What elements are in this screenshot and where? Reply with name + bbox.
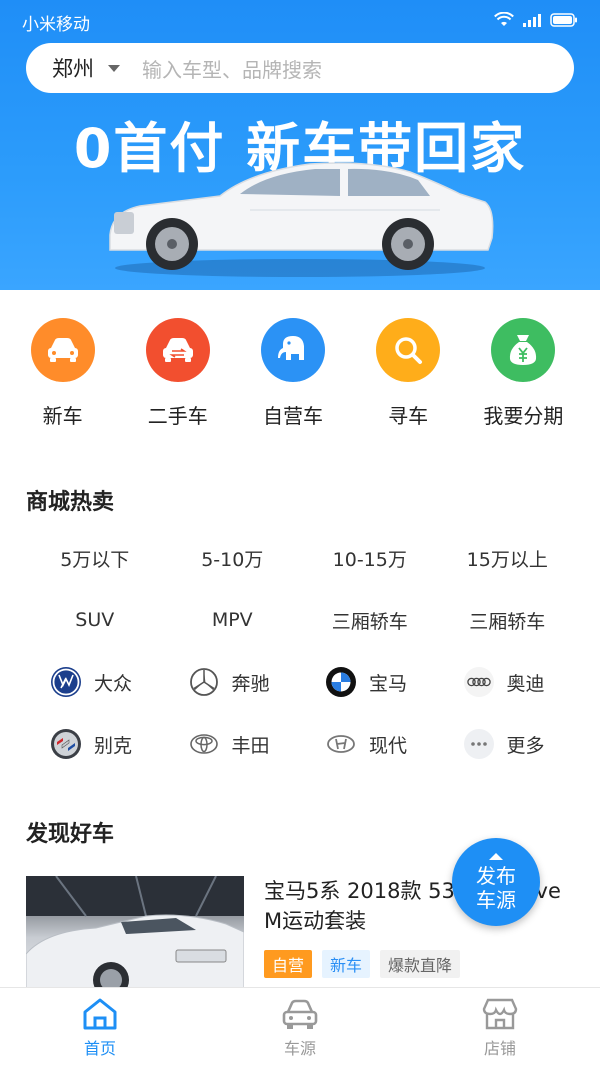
category-icon-circle xyxy=(376,318,441,382)
fab-line1: 发布 xyxy=(476,863,516,888)
bmw-logo-icon xyxy=(326,667,356,697)
brand-name: 现代 xyxy=(369,734,408,757)
search-icon xyxy=(395,337,423,364)
price-range-item[interactable]: 10-15万 xyxy=(301,527,439,589)
hot-section-title: 商城热卖 xyxy=(26,490,115,515)
signal-icon xyxy=(523,14,541,27)
brand-more[interactable]: 更多 xyxy=(439,713,577,775)
brand-name: 奔驰 xyxy=(231,672,270,695)
bmw-car-photo xyxy=(26,876,244,988)
bottom-nav: 首页 车源 店铺 xyxy=(0,987,600,1067)
category-find-car[interactable]: 寻车 xyxy=(351,318,466,438)
brand-mercedes[interactable]: 奔驰 xyxy=(164,651,302,713)
arrow-up-icon xyxy=(489,852,503,860)
brand-grid: 大众 奔驰 宝马 奥迪 别克 丰田 现代 更多 xyxy=(26,651,576,775)
car-illustration xyxy=(109,162,494,277)
battery-icon xyxy=(550,13,577,27)
app-page: 小米移动 郑州 输入车型、品牌搜索 0首付 新车带回家 新车 二手车 自营车 寻… xyxy=(0,0,600,1067)
search-bar[interactable]: 郑州 输入车型、品牌搜索 xyxy=(26,43,574,93)
brand-name: 丰田 xyxy=(231,734,270,757)
price-range-item[interactable]: 15万以上 xyxy=(439,527,577,589)
money-bag-icon xyxy=(510,335,537,365)
chevron-down-icon[interactable] xyxy=(108,64,120,72)
body-type-item[interactable]: MPV xyxy=(164,589,302,651)
buick-logo-icon xyxy=(51,729,81,759)
brand-name: 大众 xyxy=(94,672,133,695)
category-nav: 新车 二手车 自营车 寻车 我要分期 xyxy=(0,318,600,438)
brand-buick[interactable]: 别克 xyxy=(26,713,164,775)
category-self-run[interactable]: 自营车 xyxy=(235,318,350,438)
nav-label: 车源 xyxy=(283,1038,316,1058)
nav-label: 店铺 xyxy=(483,1038,516,1058)
carrier-label: 小米移动 xyxy=(22,15,90,35)
category-label: 自营车 xyxy=(262,404,323,428)
fab-line2: 车源 xyxy=(476,887,516,912)
nav-home[interactable]: 首页 xyxy=(0,988,200,1067)
promo-banner[interactable]: 小米移动 郑州 输入车型、品牌搜索 0首付 新车带回家 xyxy=(0,0,600,290)
home-icon xyxy=(83,998,117,1029)
tag-new-car: 新车 xyxy=(322,950,371,978)
audi-logo-icon xyxy=(463,667,494,697)
brand-name: 更多 xyxy=(506,734,545,757)
brand-name: 宝马 xyxy=(369,672,408,695)
hyundai-logo-icon xyxy=(327,735,355,753)
more-icon xyxy=(463,729,494,759)
category-label: 新车 xyxy=(42,404,83,428)
category-installment[interactable]: 我要分期 xyxy=(466,318,581,438)
elephant-icon xyxy=(277,336,304,360)
status-bar: 小米移动 xyxy=(0,0,600,40)
price-range-item[interactable]: 5-10万 xyxy=(164,527,302,589)
category-icon-circle xyxy=(260,318,325,382)
toyota-logo-icon xyxy=(189,734,218,754)
category-new-car[interactable]: 新车 xyxy=(5,318,120,438)
volkswagen-logo-icon xyxy=(51,667,81,697)
category-used-car[interactable]: 二手车 xyxy=(120,318,235,438)
category-icon-circle xyxy=(491,318,556,382)
brand-name: 奥迪 xyxy=(506,672,545,695)
brand-bmw[interactable]: 宝马 xyxy=(301,651,439,713)
search-input[interactable]: 输入车型、品牌搜索 xyxy=(142,54,322,83)
wifi-icon xyxy=(494,12,514,26)
store-icon xyxy=(482,998,518,1029)
car-icon xyxy=(47,338,78,362)
tag-self-run: 自营 xyxy=(264,950,313,978)
mercedes-logo-icon xyxy=(189,668,218,696)
brand-name: 别克 xyxy=(94,734,133,757)
category-label: 寻车 xyxy=(388,404,429,428)
price-range-grid: 5万以下 5-10万 10-15万 15万以上 SUV MPV 三厢轿车 三厢轿… xyxy=(26,527,576,651)
body-type-item[interactable]: 三厢轿车 xyxy=(301,589,439,651)
body-type-item[interactable]: 三厢轿车 xyxy=(439,589,577,651)
status-icons xyxy=(494,12,578,28)
publish-car-button[interactable]: 发布 车源 xyxy=(452,838,540,926)
brand-toyota[interactable]: 丰田 xyxy=(164,713,302,775)
price-range-item[interactable]: 5万以下 xyxy=(26,527,164,589)
nav-car-source[interactable]: 车源 xyxy=(200,988,400,1067)
nav-store[interactable]: 店铺 xyxy=(400,988,600,1067)
swap-car-icon xyxy=(162,338,193,362)
product-tags: 自营 新车 爆款直降 xyxy=(264,950,461,978)
brand-audi[interactable]: 奥迪 xyxy=(439,651,577,713)
nav-label: 首页 xyxy=(83,1038,116,1058)
tag-price-drop: 爆款直降 xyxy=(380,950,461,978)
category-icon-circle xyxy=(30,318,95,382)
body-type-item[interactable]: SUV xyxy=(26,589,164,651)
category-label: 二手车 xyxy=(147,404,208,428)
category-icon-circle xyxy=(145,318,210,382)
category-label: 我要分期 xyxy=(483,404,564,428)
brand-volkswagen[interactable]: 大众 xyxy=(26,651,164,713)
car-outline-icon xyxy=(282,999,318,1029)
discover-section-title: 发现好车 xyxy=(26,822,115,847)
city-selector[interactable]: 郑州 xyxy=(52,53,94,83)
brand-hyundai[interactable]: 现代 xyxy=(301,713,439,775)
product-image xyxy=(26,876,244,988)
